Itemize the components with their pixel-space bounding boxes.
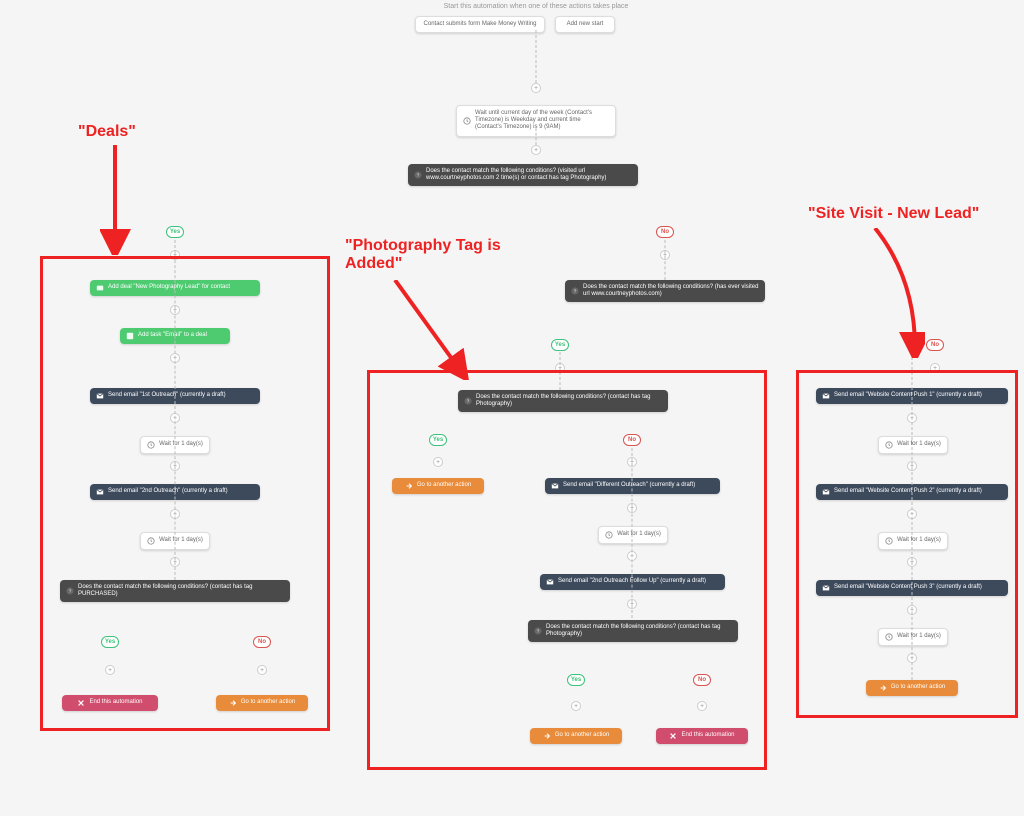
- no-pill: No: [623, 434, 641, 446]
- question-icon: ?: [571, 287, 579, 295]
- connector: [632, 448, 633, 618]
- no-pill: No: [693, 674, 711, 686]
- clock-icon: [147, 441, 155, 449]
- clock-icon: [885, 441, 893, 449]
- add-step-icon[interactable]: +: [105, 665, 115, 675]
- goto-icon: [405, 482, 413, 490]
- question-icon: ?: [464, 397, 472, 405]
- condition-has-visited[interactable]: ? Does the contact match the following c…: [565, 280, 765, 302]
- clock-icon: [605, 531, 613, 539]
- end-automation[interactable]: End this automation: [656, 728, 748, 744]
- end-automation[interactable]: End this automation: [62, 695, 158, 711]
- send-email-different-outreach[interactable]: Send email "Different Outreach" (current…: [545, 478, 720, 494]
- add-step-icon[interactable]: +: [257, 665, 267, 675]
- svg-text:?: ?: [467, 399, 470, 405]
- goto-action[interactable]: Go to another action: [216, 695, 308, 711]
- task-icon: [126, 332, 134, 340]
- goto-action[interactable]: Go to another action: [530, 728, 622, 744]
- goto-icon: [879, 684, 887, 692]
- mail-icon: [546, 578, 554, 586]
- clock-icon: [147, 537, 155, 545]
- goto-action[interactable]: Go to another action: [866, 680, 958, 696]
- mail-icon: [96, 392, 104, 400]
- connector: [665, 240, 666, 280]
- condition-purchased[interactable]: ? Does the contact match the following c…: [60, 580, 290, 602]
- goto-action[interactable]: Go to another action: [392, 478, 484, 494]
- question-icon: ?: [414, 171, 422, 179]
- add-step-icon[interactable]: +: [433, 457, 443, 467]
- wait-1day-node[interactable]: Wait for 1 day(s): [598, 526, 668, 544]
- yes-pill: Yes: [166, 226, 184, 238]
- yes-pill: Yes: [551, 339, 569, 351]
- annotation-site: "Site Visit - New Lead": [808, 205, 979, 223]
- goto-icon: [229, 699, 237, 707]
- condition-photo-tag[interactable]: ? Does the contact match the following c…: [458, 390, 668, 412]
- question-icon: ?: [66, 587, 74, 595]
- connector: [536, 30, 537, 88]
- no-pill: No: [926, 339, 944, 351]
- wait-1day-node[interactable]: Wait for 1 day(s): [878, 532, 948, 550]
- clock-icon: [463, 117, 471, 125]
- svg-text:?: ?: [537, 629, 540, 635]
- yes-pill: Yes: [429, 434, 447, 446]
- annotation-photo: "Photography Tag is Added": [345, 237, 525, 272]
- trigger-add-new-start[interactable]: Add new start: [555, 16, 615, 33]
- svg-text:?: ?: [69, 589, 72, 595]
- connector: [912, 352, 913, 680]
- arrow-icon: [100, 145, 140, 255]
- automation-canvas: Start this automation when one of these …: [0, 0, 1024, 816]
- clock-icon: [885, 537, 893, 545]
- clock-icon: [885, 633, 893, 641]
- annotation-deals: "Deals": [78, 123, 136, 141]
- mail-icon: [96, 488, 104, 496]
- add-step-icon[interactable]: +: [531, 145, 541, 155]
- connector: [560, 352, 561, 390]
- end-icon: [669, 732, 677, 740]
- mail-icon: [822, 584, 830, 592]
- mail-icon: [822, 392, 830, 400]
- highlight-photo: [367, 370, 767, 770]
- wait-1day-node[interactable]: Wait for 1 day(s): [878, 628, 948, 646]
- svg-text:?: ?: [574, 289, 577, 295]
- goto-icon: [543, 732, 551, 740]
- mail-icon: [822, 488, 830, 496]
- mail-icon: [551, 482, 559, 490]
- condition-main[interactable]: ? Does the contact match the following c…: [408, 164, 638, 186]
- deal-icon: [96, 284, 104, 292]
- add-step-icon[interactable]: +: [697, 701, 707, 711]
- header-prompt: Start this automation when one of these …: [444, 3, 629, 10]
- trigger-submit-form[interactable]: Contact submits form Make Money Writing: [415, 16, 545, 33]
- condition-photo-tag2[interactable]: ? Does the contact match the following c…: [528, 620, 738, 642]
- send-email-followup[interactable]: Send email "2nd Outreach Follow Up" (cur…: [540, 574, 725, 590]
- arrow-icon: [855, 228, 925, 358]
- yes-pill: Yes: [567, 674, 585, 686]
- question-icon: ?: [534, 627, 542, 635]
- add-step-icon[interactable]: +: [531, 83, 541, 93]
- svg-text:?: ?: [417, 173, 420, 179]
- no-pill: No: [253, 636, 271, 648]
- arrow-icon: [385, 280, 475, 380]
- connector: [175, 240, 176, 580]
- end-icon: [77, 699, 85, 707]
- no-pill: No: [656, 226, 674, 238]
- add-step-icon[interactable]: +: [930, 363, 940, 373]
- add-step-icon[interactable]: +: [571, 701, 581, 711]
- wait-1day-node[interactable]: Wait for 1 day(s): [878, 436, 948, 454]
- yes-pill: Yes: [101, 636, 119, 648]
